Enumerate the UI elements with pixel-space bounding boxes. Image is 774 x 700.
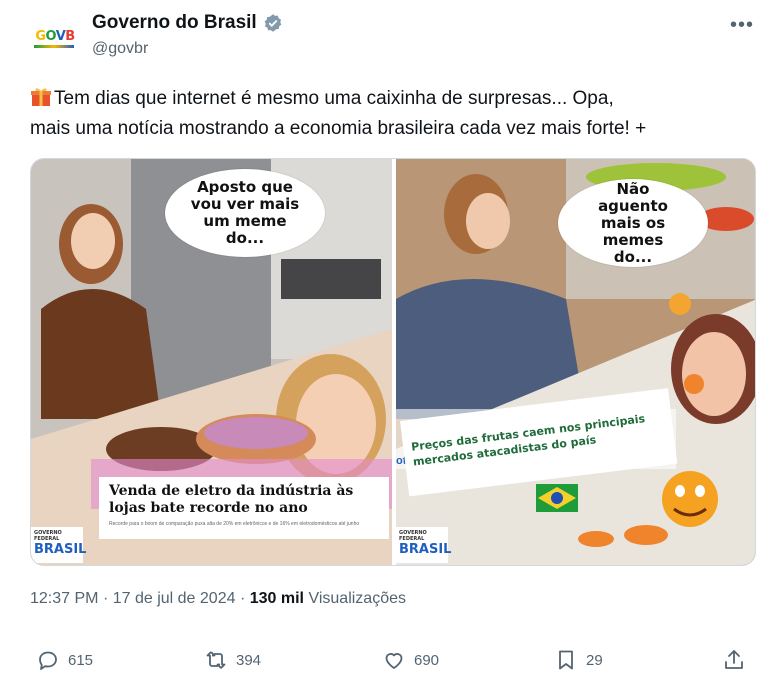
reply-count: 615 — [68, 651, 94, 669]
bookmark-icon — [559, 650, 573, 670]
reply-icon — [39, 651, 57, 670]
display-name-text[interactable]: Governo do Brasil — [92, 12, 257, 34]
meme-panel-left[interactable]: Aposto que vou ver mais um meme do... Ve… — [31, 159, 392, 565]
verified-badge-icon — [264, 14, 282, 32]
account-handle[interactable]: @govbr — [92, 40, 148, 58]
headline-right: Preços das frutas caem nos principais me… — [410, 412, 646, 469]
like-count: 690 — [414, 651, 440, 669]
headline-card-left: Venda de eletro da indústria às lojas ba… — [99, 477, 389, 539]
views-count: 130 mil — [249, 590, 304, 607]
gov-logo-main: BRASIL — [34, 542, 87, 557]
retweet-button[interactable]: 394 — [204, 648, 261, 672]
retweet-count: 394 — [236, 651, 262, 669]
headline-left: Venda de eletro da indústria às lojas ba… — [109, 483, 354, 516]
speech-bubble-left: Aposto que vou ver mais um meme do... — [165, 169, 325, 257]
govbr-logo: GOVB — [35, 28, 75, 44]
logo-letter: B — [65, 28, 75, 44]
share-icon — [725, 650, 743, 669]
bookmark-count: 29 — [586, 651, 603, 669]
tweet-meta: 12:37 PM · 17 de jul de 2024 · 130 mil V… — [30, 590, 406, 608]
tweet-text-line2: mais uma notícia mostrando a economia br… — [30, 118, 647, 139]
logo-letter: V — [55, 28, 66, 44]
tweet-text-line1: Tem dias que internet é mesmo uma caixin… — [54, 88, 614, 109]
views-label: Visualizações — [308, 590, 406, 607]
logo-letter: O — [45, 28, 56, 44]
tweet-text: Tem dias que internet é mesmo uma caixin… — [30, 84, 760, 144]
gift-icon — [31, 88, 51, 106]
logo-letter: G — [35, 28, 46, 44]
retweet-icon — [206, 651, 226, 669]
meta-separator: · — [239, 590, 246, 607]
meme-panel-right[interactable]: Não aguento mais os memes do... otícias … — [396, 159, 755, 565]
logo-underline — [34, 45, 74, 48]
meta-separator: · — [102, 590, 109, 607]
gov-logo-left: GOVERNO FEDERAL BRASIL — [31, 527, 87, 563]
tweet-media[interactable]: Aposto que vou ver mais um meme do... Ve… — [30, 158, 756, 566]
share-button[interactable] — [722, 648, 746, 672]
bookmark-button[interactable]: 29 — [554, 648, 603, 672]
like-button[interactable]: 690 — [382, 648, 439, 672]
more-options-icon[interactable]: ••• — [730, 14, 754, 37]
reply-button[interactable]: 615 — [36, 648, 93, 672]
gov-logo-top: GOVERNO FEDERAL — [399, 530, 427, 542]
speech-bubble-right: Não aguento mais os memes do... — [558, 179, 708, 267]
gov-logo-main: BRASIL — [399, 542, 452, 557]
gov-logo-right: GOVERNO FEDERAL BRASIL — [396, 527, 452, 563]
tweet-time[interactable]: 12:37 PM — [30, 590, 98, 607]
display-name[interactable]: Governo do Brasil — [92, 12, 283, 34]
avatar[interactable]: GOVB — [28, 16, 82, 56]
tweet-date[interactable]: 17 de jul de 2024 — [113, 590, 236, 607]
tweet-actions: 615 394 690 29 — [30, 648, 752, 682]
gov-logo-top: GOVERNO FEDERAL — [34, 530, 62, 542]
heart-icon — [385, 653, 403, 669]
headline-left-subtext: Recorde para o boom de comparação puxa a… — [109, 521, 360, 527]
